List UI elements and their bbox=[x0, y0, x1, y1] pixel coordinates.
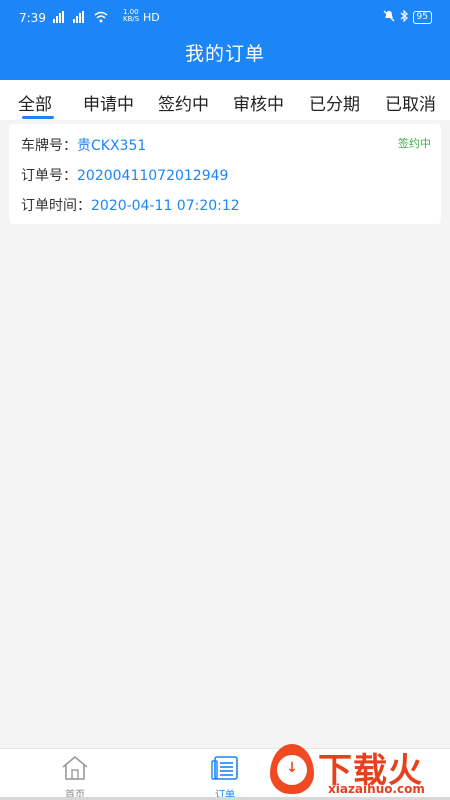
order-time-row: 订单时间：2020-04-11 07:20:12 bbox=[21, 195, 240, 215]
tab-applying[interactable]: 申请中 bbox=[83, 90, 134, 115]
order-no-row: 订单号：20200411072012949 bbox=[21, 165, 228, 185]
plate-value: 贵CKX351 bbox=[77, 138, 147, 154]
order-no-value: 20200411072012949 bbox=[77, 168, 229, 184]
plate-row: 车牌号：贵CKX351 bbox=[21, 135, 146, 155]
tab-indicator bbox=[22, 116, 54, 119]
status-bar: 7:39 1.00 KB/S HD 95 bbox=[0, 0, 450, 32]
tab-installment[interactable]: 已分期 bbox=[309, 90, 360, 115]
order-time-value: 2020-04-11 07:20:12 bbox=[91, 198, 240, 214]
plate-label: 车牌号： bbox=[21, 138, 77, 154]
status-time: 7:39 bbox=[19, 11, 46, 25]
bluetooth-icon bbox=[400, 9, 408, 25]
order-card[interactable]: 车牌号：贵CKX351 订单号：20200411072012949 订单时间：2… bbox=[9, 124, 441, 224]
header-bar: 7:39 1.00 KB/S HD 95 我的订单 bbox=[0, 0, 450, 80]
tab-signing[interactable]: 签约中 bbox=[158, 90, 209, 115]
net-speed: 1.00 KB/S bbox=[123, 8, 140, 23]
order-no-label: 订单号： bbox=[21, 168, 77, 184]
net-type: HD bbox=[143, 11, 160, 24]
watermark-logo: ↓ 下载火 xiazaihuo.com bbox=[262, 740, 448, 798]
order-tabs: 全部 申请中 签约中 审核中 已分期 已取消 bbox=[0, 80, 450, 120]
battery-icon: 95 bbox=[412, 11, 432, 24]
status-right: 95 bbox=[383, 9, 432, 25]
home-icon bbox=[60, 755, 90, 785]
tab-reviewing[interactable]: 审核中 bbox=[233, 90, 284, 115]
watermark-subtitle: xiazaihuo.com bbox=[328, 782, 425, 796]
tab-all[interactable]: 全部 bbox=[18, 90, 52, 115]
tab-cancelled[interactable]: 已取消 bbox=[385, 90, 436, 115]
nav-home[interactable]: 首页 bbox=[45, 755, 105, 800]
nav-order[interactable]: 订单 bbox=[195, 755, 255, 800]
page-title: 我的订单 bbox=[184, 43, 265, 65]
mute-icon bbox=[383, 10, 395, 25]
download-icon: ↓ bbox=[286, 760, 298, 776]
order-time-label: 订单时间： bbox=[21, 198, 91, 214]
order-icon bbox=[210, 756, 240, 785]
status-badge: 签约中 bbox=[398, 137, 431, 150]
